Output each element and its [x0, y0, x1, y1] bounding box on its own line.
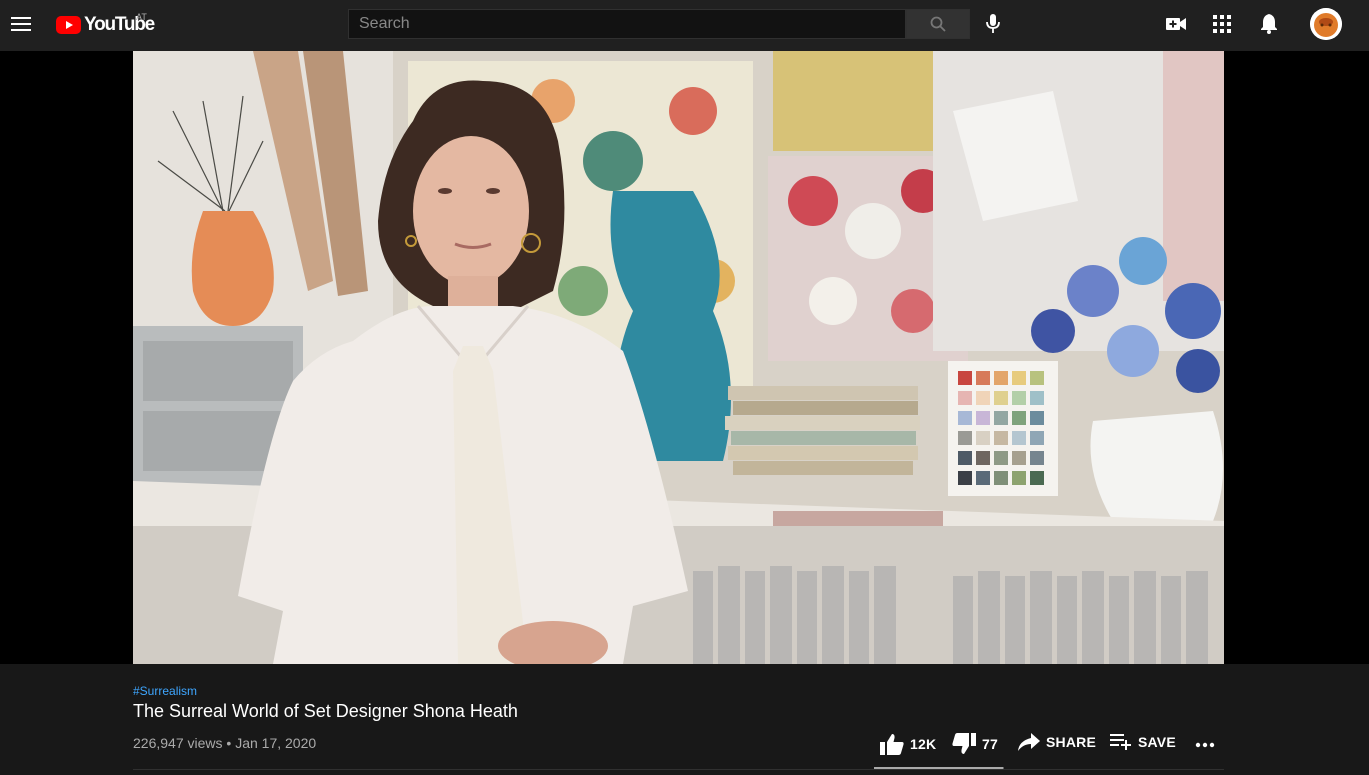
- more-actions-icon[interactable]: [1194, 735, 1216, 755]
- youtube-logo[interactable]: YouTube AT: [56, 12, 155, 36]
- thumbs-down-icon: [952, 733, 976, 754]
- share-button[interactable]: SHARE: [1018, 733, 1096, 751]
- microphone-icon[interactable]: [981, 12, 1005, 36]
- save-button[interactable]: SAVE: [1110, 733, 1176, 751]
- bell-icon[interactable]: [1257, 12, 1281, 36]
- hamburger-menu-icon[interactable]: [9, 12, 33, 36]
- share-label: SHARE: [1046, 734, 1097, 750]
- share-arrow-icon: [1018, 733, 1040, 751]
- like-button[interactable]: 12K: [880, 733, 936, 755]
- user-avatar[interactable]: [1310, 8, 1342, 40]
- upload-date: Jan 17, 2020: [235, 735, 317, 751]
- youtube-play-icon: [56, 16, 81, 34]
- view-count: 226,947 views: [133, 735, 223, 751]
- thumbs-up-icon: [880, 734, 904, 755]
- video-title: The Surreal World of Set Designer Shona …: [133, 701, 518, 721]
- search-button[interactable]: [906, 9, 970, 39]
- country-code: AT: [136, 12, 147, 22]
- divider: [133, 769, 1224, 770]
- video-frame: [133, 51, 1224, 664]
- video-player[interactable]: [133, 51, 1224, 664]
- dislike-count: 77: [982, 736, 998, 752]
- search-icon: [930, 16, 946, 32]
- save-label: SAVE: [1138, 734, 1176, 750]
- meta-separator: •: [222, 735, 236, 751]
- playlist-add-icon: [1110, 734, 1131, 750]
- search-box: [348, 9, 906, 39]
- video-meta: 226,947 views • Jan 17, 2020: [133, 734, 316, 752]
- masthead: YouTube AT: [0, 0, 1369, 51]
- dislike-button[interactable]: 77: [952, 733, 998, 755]
- like-count: 12K: [910, 736, 937, 752]
- apps-grid-icon[interactable]: [1210, 12, 1234, 36]
- search-input[interactable]: [349, 10, 905, 38]
- create-video-icon[interactable]: [1164, 12, 1188, 36]
- hashtag-link[interactable]: #Surrealism: [133, 684, 197, 698]
